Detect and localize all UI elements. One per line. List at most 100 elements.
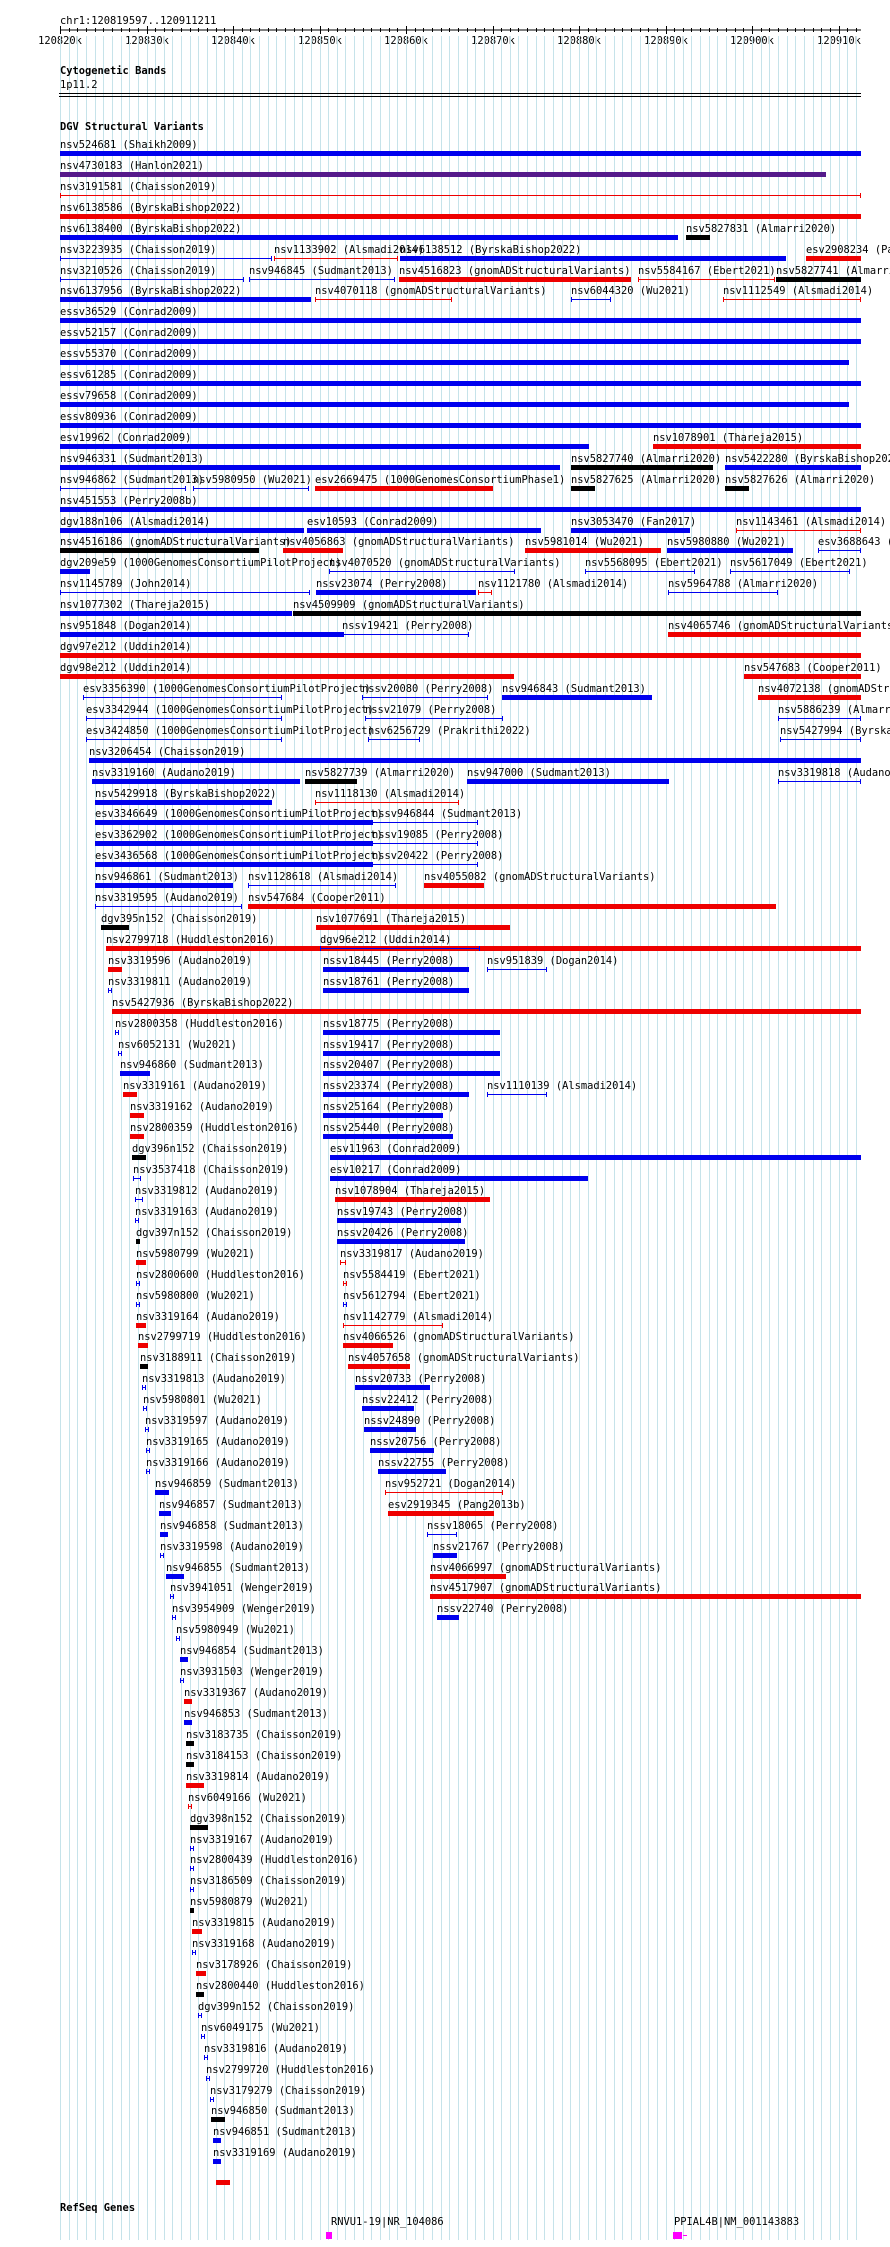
variant-feature[interactable] (184, 1699, 192, 1704)
variant-feature[interactable] (60, 632, 344, 637)
variant-feature[interactable] (329, 571, 515, 572)
variant-label[interactable]: nsv3319815 (Audano2019) (192, 1917, 336, 1929)
variant-label[interactable]: nsv6052131 (Wu2021) (118, 1039, 237, 1051)
variant-feature[interactable] (323, 1051, 500, 1056)
variant-label[interactable]: nssv22740 (Perry2008) (437, 1603, 568, 1615)
variant-feature[interactable] (60, 195, 861, 196)
variant-feature[interactable] (723, 299, 861, 300)
variant-feature[interactable] (686, 235, 710, 240)
variant-label[interactable]: essv52157 (Conrad2009) (60, 327, 198, 339)
variant-feature[interactable] (305, 779, 357, 784)
variant-feature[interactable] (668, 632, 861, 637)
variant-label[interactable]: essv61285 (Conrad2009) (60, 369, 198, 381)
variant-label[interactable]: nsv4516823 (gnomADStructuralVariants) (399, 265, 630, 277)
variant-feature[interactable] (668, 592, 778, 593)
variant-feature[interactable] (372, 822, 478, 823)
variant-label[interactable]: nsv5422280 (ByrskaBishop2022 (725, 453, 890, 465)
variant-label[interactable]: nsv5981014 (Wu2021) (525, 536, 644, 548)
variant-label[interactable]: nsv5980950 (Wu2021) (193, 474, 312, 486)
variant-feature[interactable] (315, 299, 452, 300)
variant-label[interactable]: dgv399n152 (Chaisson2019) (198, 2001, 354, 2013)
variant-feature[interactable] (184, 1720, 192, 1725)
variant-label[interactable]: nssv946844 (Sudmant2013) (372, 808, 522, 820)
variant-label[interactable]: esv3362902 (1000GenomesConsortiumPilotPr… (95, 829, 383, 841)
variant-label[interactable]: nssv18065 (Perry2008) (427, 1520, 558, 1532)
variant-label[interactable]: nsv5980880 (Wu2021) (667, 536, 786, 548)
variant-label[interactable]: nssv21767 (Perry2008) (433, 1541, 564, 1553)
variant-feature[interactable] (60, 172, 826, 177)
variant-label[interactable]: nsv946859 (Sudmant2013) (155, 1478, 299, 1490)
variant-feature[interactable] (186, 1741, 194, 1746)
variant-label[interactable]: nsv946850 (Sudmant2013) (211, 2105, 355, 2117)
variant-label[interactable]: nsv946855 (Sudmant2013) (166, 1562, 310, 1574)
variant-label[interactable]: nsv6049175 (Wu2021) (201, 2022, 320, 2034)
variant-label[interactable]: essv80936 (Conrad2009) (60, 411, 198, 423)
variant-label[interactable]: nssv20426 (Perry2008) (337, 1227, 468, 1239)
variant-label[interactable]: nsv947000 (Sudmant2013) (467, 767, 611, 779)
variant-feature[interactable] (400, 256, 786, 261)
variant-feature[interactable] (216, 2180, 230, 2185)
variant-label[interactable]: nsv951839 (Dogan2014) (487, 955, 618, 967)
variant-feature[interactable] (487, 969, 547, 970)
variant-label[interactable]: nsv4066997 (gnomADStructuralVariants) (430, 1562, 661, 1574)
variant-label[interactable]: nsv5584419 (Ebert2021) (343, 1269, 481, 1281)
variant-label[interactable]: nsv6256729 (Prakrithi2022) (368, 725, 531, 737)
variant-label[interactable]: nsv2799718 (Huddleston2016) (106, 934, 275, 946)
variant-feature[interactable] (355, 1385, 430, 1390)
variant-label[interactable]: esv3424850 (1000GenomesConsortiumPilotPr… (86, 725, 374, 737)
variant-label[interactable]: nsv4730183 (Hanlon2021) (60, 160, 204, 172)
variant-feature[interactable] (323, 1030, 500, 1035)
variant-label[interactable]: nsv3191581 (Chaisson2019) (60, 181, 216, 193)
variant-feature[interactable] (725, 465, 861, 470)
variant-feature[interactable] (86, 739, 282, 740)
variant-label[interactable]: nsv3319816 (Audano2019) (204, 2043, 348, 2055)
variant-label[interactable]: dgv97e212 (Uddin2014) (60, 641, 191, 653)
variant-label[interactable]: nsv3319167 (Audano2019) (190, 1834, 334, 1846)
variant-label[interactable]: esv19962 (Conrad2009) (60, 432, 191, 444)
variant-label[interactable]: nsv3223935 (Chaisson2019) (60, 244, 216, 256)
variant-feature[interactable] (315, 486, 493, 491)
variant-label[interactable]: nsv2800600 (Huddleston2016) (136, 1269, 305, 1281)
variant-feature[interactable] (323, 1092, 469, 1097)
variant-feature[interactable] (330, 1155, 861, 1160)
variant-label[interactable]: nsv3178926 (Chaisson2019) (196, 1959, 352, 1971)
variant-label[interactable]: nsv4517907 (gnomADStructuralVariants) (430, 1582, 661, 1594)
variant-label[interactable]: nsv946860 (Sudmant2013) (120, 1059, 264, 1071)
variant-feature[interactable] (730, 571, 850, 572)
variant-label[interactable]: nsv5980879 (Wu2021) (190, 1896, 309, 1908)
variant-label[interactable]: nsv946858 (Sudmant2013) (160, 1520, 304, 1532)
variant-label[interactable]: nssv22755 (Perry2008) (378, 1457, 509, 1469)
variant-label[interactable]: nsv3954909 (Wenger2019) (172, 1603, 316, 1615)
variant-label[interactable]: nsv3319160 (Audano2019) (92, 767, 236, 779)
variant-label[interactable]: nsv946861 (Sudmant2013) (95, 871, 239, 883)
variant-label[interactable]: nsv3184153 (Chaisson2019) (186, 1750, 342, 1762)
gene-feature[interactable] (326, 2232, 332, 2239)
variant-label[interactable]: nsv4057658 (gnomADStructuralVariants) (348, 1352, 579, 1364)
variant-feature[interactable] (283, 548, 343, 553)
variant-label[interactable]: nsv5827739 (Almarri2020) (305, 767, 455, 779)
variant-feature[interactable] (60, 611, 292, 616)
variant-feature[interactable] (806, 256, 861, 261)
variant-label[interactable]: nsv3319596 (Audano2019) (108, 955, 252, 967)
variant-feature[interactable] (330, 1176, 588, 1181)
variant-label[interactable]: nsv4056863 (gnomADStructuralVariants) (283, 536, 514, 548)
variant-label[interactable]: nsv3319161 (Audano2019) (123, 1080, 267, 1092)
variant-feature[interactable] (571, 465, 713, 470)
variant-label[interactable]: nsv5584167 (Ebert2021) (638, 265, 776, 277)
variant-label[interactable]: nsv3319169 (Audano2019) (213, 2147, 357, 2159)
variant-label[interactable]: nsv5827741 (Almarri2 (776, 265, 890, 277)
variant-label[interactable]: nssv21079 (Perry2008) (365, 704, 496, 716)
variant-label[interactable]: essv55370 (Conrad2009) (60, 348, 198, 360)
variant-label[interactable]: nsv5427994 (Byrska (780, 725, 890, 737)
variant-feature[interactable] (60, 402, 849, 407)
variant-feature[interactable] (211, 2117, 225, 2122)
variant-feature[interactable] (323, 1071, 500, 1076)
variant-label[interactable]: nsv3319818 (Audano (778, 767, 890, 779)
variant-label[interactable]: nsv3941051 (Wenger2019) (170, 1582, 314, 1594)
variant-feature[interactable] (430, 1574, 506, 1579)
variant-feature[interactable] (335, 1197, 490, 1202)
variant-label[interactable]: nsv2799719 (Huddleston2016) (138, 1331, 307, 1343)
variant-label[interactable]: nsv3319162 (Audano2019) (130, 1101, 274, 1113)
variant-feature[interactable] (112, 1009, 861, 1014)
variant-label[interactable]: nsv5617049 (Ebert2021) (730, 557, 868, 569)
